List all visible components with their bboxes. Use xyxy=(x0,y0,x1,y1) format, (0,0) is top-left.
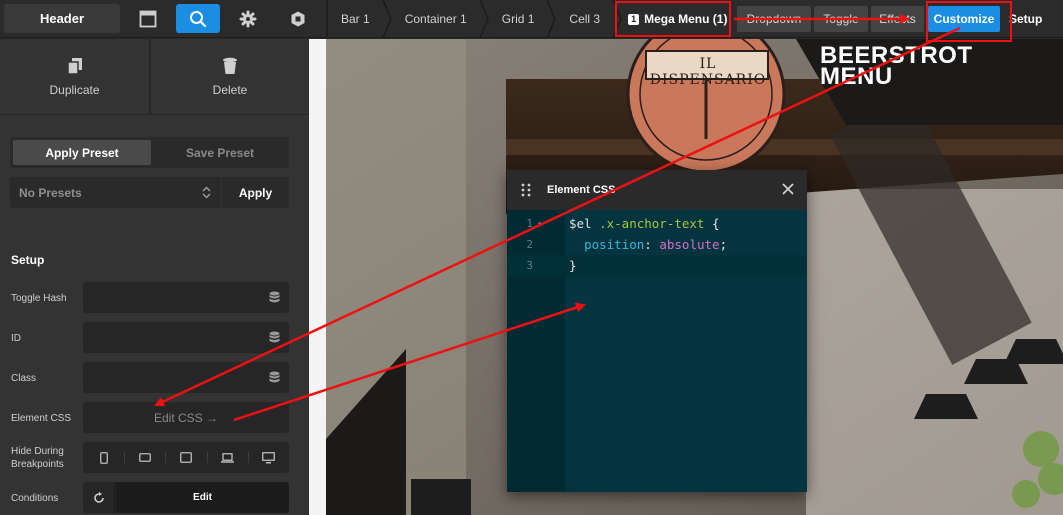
apply-preset-tab[interactable]: Apply Preset xyxy=(13,140,151,165)
breadcrumb-bar[interactable]: Bar 1 xyxy=(328,0,392,38)
tab-dropdown[interactable]: Dropdown xyxy=(737,6,811,32)
breakpoint-md-toggle[interactable] xyxy=(165,442,206,473)
tab-setup[interactable]: Setup xyxy=(1009,6,1042,32)
settings-button[interactable] xyxy=(226,4,270,33)
inspector-panel: Duplicate Delete Apply Preset Save Prese… xyxy=(0,39,309,515)
code-text: } xyxy=(569,258,577,273)
breadcrumb-label: Cell 3 xyxy=(569,12,601,26)
highlight-box-customize xyxy=(926,1,1012,42)
database-icon xyxy=(269,291,280,303)
edit-css-button[interactable]: Edit CSS → xyxy=(83,402,289,433)
trash-icon xyxy=(223,57,237,74)
drag-handle-icon[interactable] xyxy=(521,183,531,197)
modal-header[interactable]: Element CSS xyxy=(507,170,807,210)
element-css-modal: Element CSS 1 ▾ $el .x-anchor-text { 2 p… xyxy=(507,170,807,492)
delete-button[interactable]: Delete xyxy=(151,39,309,114)
reset-icon xyxy=(93,491,104,503)
code-value: absolute xyxy=(659,237,720,252)
conditions-label: Conditions xyxy=(11,493,59,504)
toggle-hash-label: Toggle Hash xyxy=(11,293,67,304)
highlight-box-mega-menu xyxy=(615,1,731,37)
line-number: 2 xyxy=(526,238,533,251)
database-icon xyxy=(269,331,280,343)
divider xyxy=(0,114,309,115)
select-arrows-icon xyxy=(202,186,211,199)
apply-preset-button[interactable]: Apply xyxy=(222,177,289,208)
hexagon-icon xyxy=(291,11,305,26)
breakpoint-sm-toggle[interactable] xyxy=(124,442,165,473)
line-number: 3 xyxy=(526,259,533,272)
chevron-right-icon xyxy=(381,0,392,38)
code-text: $el .x-anchor-text { xyxy=(569,213,720,234)
class-input[interactable] xyxy=(83,362,289,393)
layout-button[interactable] xyxy=(126,4,170,33)
code-selector: .x-anchor-text xyxy=(591,216,705,231)
breadcrumb-label: Bar 1 xyxy=(341,12,370,26)
conditions-reset-button[interactable] xyxy=(83,482,115,513)
element-css-label: Element CSS xyxy=(11,413,72,424)
save-preset-tab[interactable]: Save Preset xyxy=(153,140,287,165)
id-label: ID xyxy=(11,333,21,344)
duplicate-button[interactable]: Duplicate xyxy=(0,39,149,114)
menu-title-line2: MENU xyxy=(820,63,893,90)
preset-mode-toggle: Apply Preset Save Preset xyxy=(10,137,289,168)
code-text: position: absolute; xyxy=(584,237,728,252)
preset-select[interactable]: No Presets xyxy=(10,177,221,208)
chevron-right-icon xyxy=(546,0,557,38)
delete-label: Delete xyxy=(212,82,248,97)
tab-toggle[interactable]: Toggle xyxy=(814,6,868,32)
code-line[interactable]: 1 ▾ $el .x-anchor-text { xyxy=(507,213,807,234)
database-icon xyxy=(269,371,280,383)
breakpoint-xs-toggle[interactable] xyxy=(83,442,124,473)
code-brace: { xyxy=(704,216,720,231)
tablet-icon xyxy=(180,452,192,463)
duplicate-icon xyxy=(66,57,82,75)
code-line[interactable]: 2 position: absolute; xyxy=(507,234,807,255)
breadcrumb-label: Container 1 xyxy=(404,12,467,26)
gear-icon xyxy=(239,10,257,27)
inspect-button[interactable] xyxy=(176,4,220,33)
tab-effects[interactable]: Effects xyxy=(871,6,924,32)
menu-title: BEERSTROT MENU xyxy=(820,44,973,90)
class-label: Class xyxy=(11,373,37,384)
toggle-hash-input[interactable] xyxy=(83,282,289,313)
id-input[interactable] xyxy=(83,322,289,353)
conditions-edit-button[interactable]: Edit xyxy=(116,482,289,513)
section-title: Setup xyxy=(11,253,45,267)
panel-scrollbar[interactable] xyxy=(309,39,326,515)
code-property: position xyxy=(584,237,645,252)
laptop-icon xyxy=(220,452,234,463)
breadcrumb-label: Grid 1 xyxy=(501,12,535,26)
search-icon xyxy=(190,10,207,27)
fold-arrow-icon[interactable]: ▾ xyxy=(537,213,542,234)
context-title-button[interactable]: Header xyxy=(4,4,120,33)
logo-text: IL DISPENSARIO xyxy=(649,56,767,88)
theme-button[interactable] xyxy=(276,4,320,33)
top-toolbar: Header Bar 1 Container 1 Grid 1 Cell 3 1… xyxy=(0,0,1063,38)
breakpoint-lg-toggle[interactable] xyxy=(206,442,248,473)
edit-css-label: Edit CSS → xyxy=(153,410,219,425)
modal-title: Element CSS xyxy=(547,184,616,196)
close-icon[interactable] xyxy=(781,182,795,196)
code-variable: $el xyxy=(569,216,592,231)
layout-icon xyxy=(139,10,157,27)
breadcrumb-container[interactable]: Container 1 xyxy=(392,0,489,38)
hide-during-label: Hide During Breakpoints xyxy=(11,446,64,470)
breadcrumb-grid[interactable]: Grid 1 xyxy=(489,0,557,38)
breakpoint-toggles xyxy=(83,442,289,473)
breadcrumb-cell[interactable]: Cell 3 xyxy=(556,0,622,38)
desktop-icon xyxy=(262,451,275,463)
tablet-landscape-icon xyxy=(138,453,151,462)
preset-select-value: No Presets xyxy=(19,185,82,200)
conditions-control: Edit xyxy=(83,482,289,513)
breakpoint-xl-toggle[interactable] xyxy=(247,442,289,473)
duplicate-label: Duplicate xyxy=(49,82,100,97)
line-number: 1 xyxy=(526,217,533,230)
phone-icon xyxy=(99,451,108,464)
code-line[interactable]: 3 } xyxy=(507,255,807,276)
chevron-right-icon xyxy=(479,0,489,38)
